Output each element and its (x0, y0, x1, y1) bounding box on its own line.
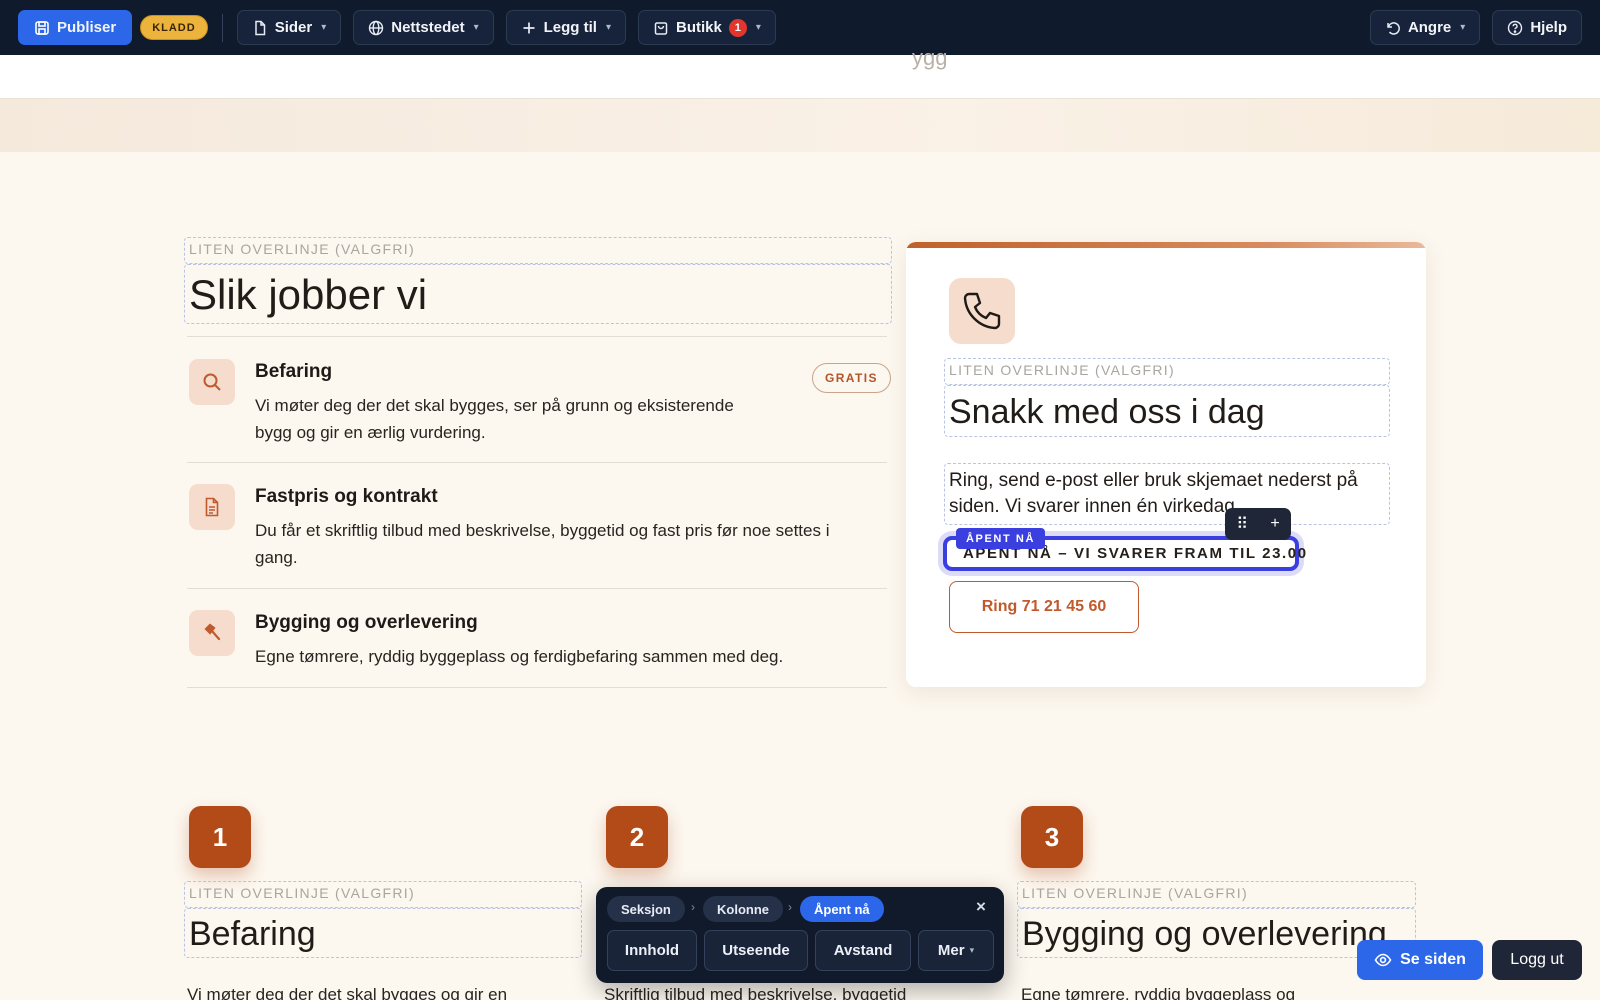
step-number-tile: 2 (606, 806, 668, 868)
view-page-label: Se siden (1400, 951, 1466, 968)
contact-body-line: Ring, send e-post eller bruk skjemaet ne… (949, 470, 1358, 491)
step-desc-line: bygg og gir en ærlig vurdering. (255, 423, 486, 442)
breadcrumb-column[interactable]: Kolonne (703, 896, 783, 922)
breadcrumb-open-now[interactable]: Åpent nå (800, 896, 884, 922)
column-overline[interactable]: LITEN OVERLINJE (VALGFRI) (184, 881, 582, 908)
column-text: Vi møter deg der det skal bygges og gir … (187, 985, 508, 1000)
close-icon[interactable]: × (976, 897, 986, 917)
chevron-right-icon: › (788, 900, 792, 914)
process-step-befaring[interactable]: Befaring Vi møter deg der det skal bygge… (187, 359, 887, 449)
breadcrumb-section[interactable]: Seksjon (607, 896, 685, 922)
step-description: Egne tømrere, ryddig byggeplass og ferdi… (255, 643, 783, 670)
card-accent-bar (906, 242, 1426, 248)
process-overline[interactable]: LITEN OVERLINJE (VALGFRI) (184, 237, 892, 264)
step-desc-line: Egne tømrere, ryddig byggeplass og ferdi… (255, 647, 784, 666)
contact-body-line: siden. Vi svarer innen én virkedag. (949, 496, 1241, 517)
process-heading[interactable]: Slik jobber vi (184, 264, 892, 324)
divider (187, 687, 887, 688)
hammer-icon (189, 610, 235, 656)
chevron-down-icon: ▾ (321, 22, 327, 33)
document-icon (189, 484, 235, 530)
chevron-down-icon: ▾ (473, 22, 479, 33)
page-header-strip: ygg (0, 45, 1600, 99)
draft-status-badge: KLADD (140, 15, 208, 40)
view-page-button[interactable]: Se siden (1357, 940, 1483, 980)
shop-label: Butikk (675, 19, 722, 36)
chevron-down-icon: ▾ (755, 22, 761, 33)
undo-icon (1387, 21, 1400, 35)
step-description: Du får et skriftlig tilbud med beskrivel… (255, 517, 829, 571)
add-menu-button[interactable]: Legg til ▾ (505, 10, 626, 45)
process-step-fastpris[interactable]: Fastpris og kontrakt Du får et skriftlig… (187, 484, 887, 574)
tab-more[interactable]: Mer ▾ (918, 930, 994, 971)
site-label: Nettstedet (391, 19, 465, 36)
page-icon (254, 20, 265, 35)
top-toolbar: Publiser KLADD Sider ▾ Nettstedet ▾ Legg… (0, 0, 1600, 55)
step-desc-line: Vi møter deg der det skal bygges, ser på… (255, 396, 734, 415)
search-icon (189, 359, 235, 405)
site-menu-button[interactable]: Nettstedet ▾ (353, 10, 494, 45)
help-label: Hjelp (1530, 19, 1567, 36)
publish-label: Publiser (57, 19, 117, 36)
selection-tag: ÅPENT NÅ (956, 528, 1046, 549)
floating-editor-panel: Seksjon › Kolonne › Åpent nå × Innhold U… (596, 887, 1004, 983)
shop-count-badge: 1 (728, 18, 747, 37)
tab-content[interactable]: Innhold (607, 930, 697, 971)
divider (187, 462, 887, 463)
chevron-down-icon: ▾ (605, 22, 611, 33)
undo-label: Angre (1407, 19, 1452, 36)
divider (187, 588, 887, 589)
tab-more-label: Mer (937, 942, 965, 959)
chevron-right-icon: › (691, 900, 695, 914)
undo-menu-button[interactable]: Angre ▾ (1369, 10, 1481, 45)
hero-gradient-band (0, 99, 1600, 152)
tab-spacing[interactable]: Avstand (815, 930, 911, 971)
chevron-down-icon: ▾ (969, 945, 975, 955)
contact-body[interactable]: Ring, send e-post eller bruk skjemaet ne… (944, 463, 1390, 525)
publish-button[interactable]: Publiser (18, 10, 133, 45)
contact-overline[interactable]: LITEN OVERLINJE (VALGFRI) (944, 358, 1390, 385)
chevron-down-icon: ▾ (1460, 22, 1466, 33)
shop-menu-button[interactable]: Butikk 1 ▾ (637, 10, 776, 45)
call-button[interactable]: Ring 71 21 45 60 (949, 581, 1139, 633)
logout-button[interactable]: Logg ut (1492, 940, 1582, 980)
pages-label: Sider (274, 19, 313, 36)
element-mini-toolbar: ⠿ + (1225, 508, 1291, 540)
step-number-tile: 3 (1021, 806, 1083, 868)
divider (187, 336, 887, 337)
contact-heading[interactable]: Snakk med oss i dag (944, 385, 1390, 437)
free-badge: GRATIS (812, 363, 891, 393)
step-title: Bygging og overlevering (255, 612, 478, 633)
add-label: Legg til (543, 19, 597, 36)
step-desc-line: gang. (255, 548, 298, 567)
step-desc-line: Du får et skriftlig tilbud med beskrivel… (255, 521, 830, 540)
plus-icon (523, 22, 535, 33)
phone-icon (949, 278, 1015, 344)
pages-menu-button[interactable]: Sider ▾ (236, 10, 342, 45)
column-text: Skriftlig tilbud med beskrivelse, bygget… (604, 985, 907, 1000)
shopping-bag-icon (654, 21, 668, 35)
step-title: Befaring (255, 361, 333, 382)
save-icon (35, 20, 49, 35)
column-overline[interactable]: LITEN OVERLINJE (VALGFRI) (1017, 881, 1416, 908)
step-title: Fastpris og kontrakt (255, 486, 438, 507)
tab-appearance[interactable]: Utseende (704, 930, 808, 971)
add-element-icon[interactable]: + (1270, 515, 1279, 533)
help-icon (1508, 20, 1523, 35)
clipped-text: ygg (912, 45, 948, 70)
eye-icon (1374, 953, 1392, 967)
step-description: Vi møter deg der det skal bygges, ser på… (255, 392, 734, 446)
process-step-bygging[interactable]: Bygging og overlevering Egne tømrere, ry… (187, 610, 887, 670)
help-button[interactable]: Hjelp (1492, 10, 1582, 45)
column-text: Egne tømrere, ryddig byggeplass og (1021, 985, 1296, 1000)
drag-handle-icon[interactable]: ⠿ (1236, 514, 1248, 534)
toolbar-divider (221, 13, 223, 42)
step-number-tile: 1 (189, 806, 251, 868)
column-heading[interactable]: Befaring (184, 908, 582, 958)
globe-icon (369, 20, 384, 35)
